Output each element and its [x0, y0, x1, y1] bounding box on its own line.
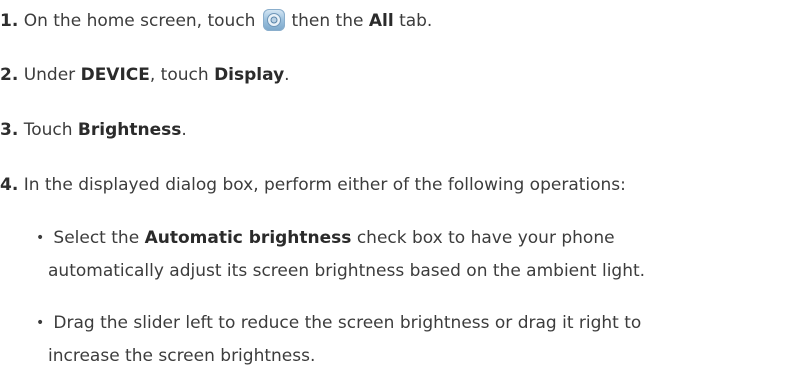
step-number: 1. — [0, 11, 19, 31]
bullet-1-continuation: automatically adjust its screen brightne… — [48, 260, 645, 282]
bullet-1: • Select the Automatic brightness check … — [36, 227, 615, 249]
step-text: Under — [23, 65, 76, 85]
step-text: In the displayed dialog box, perform eit… — [23, 175, 626, 195]
step-number: 2. — [0, 65, 19, 85]
step-3: 3. Touch Brightness. — [0, 119, 187, 141]
step-1: 1. On the home screen, touch then the All… — [0, 9, 432, 32]
step-text: , touch — [149, 65, 209, 85]
brightness-label: Brightness — [77, 120, 182, 140]
bullet-2-continuation: increase the screen brightness. — [48, 345, 315, 367]
step-text: . — [284, 65, 290, 85]
step-text: . — [181, 120, 187, 140]
step-text: tab. — [399, 11, 433, 31]
bullet-text: automatically adjust its screen brightne… — [48, 261, 646, 281]
step-4: 4. In the displayed dialog box, perform … — [0, 174, 626, 196]
automatic-brightness-label: Automatic brightness — [144, 228, 352, 248]
settings-icon — [263, 9, 286, 31]
display-label: Display — [214, 65, 285, 85]
step-number: 4. — [0, 175, 19, 195]
step-text: On the home screen, touch — [23, 11, 256, 31]
bullet-text: Select the — [53, 228, 140, 248]
step-text: then the — [291, 11, 364, 31]
step-text: Touch — [23, 120, 73, 140]
step-number: 3. — [0, 120, 19, 140]
bullet-2: • Drag the slider left to reduce the scr… — [36, 312, 641, 334]
instruction-page: 1. On the home screen, touch then the All… — [0, 0, 793, 382]
all-tab-label: All — [368, 11, 394, 31]
bullet-marker: • — [36, 315, 45, 331]
bullet-marker: • — [36, 230, 45, 246]
device-label: DEVICE — [80, 65, 150, 85]
bullet-text: Drag the slider left to reduce the scree… — [53, 313, 642, 333]
bullet-text: check box to have your phone — [356, 228, 615, 248]
bullet-text: increase the screen brightness. — [48, 346, 316, 366]
step-2: 2. Under DEVICE, touch Display. — [0, 64, 290, 86]
